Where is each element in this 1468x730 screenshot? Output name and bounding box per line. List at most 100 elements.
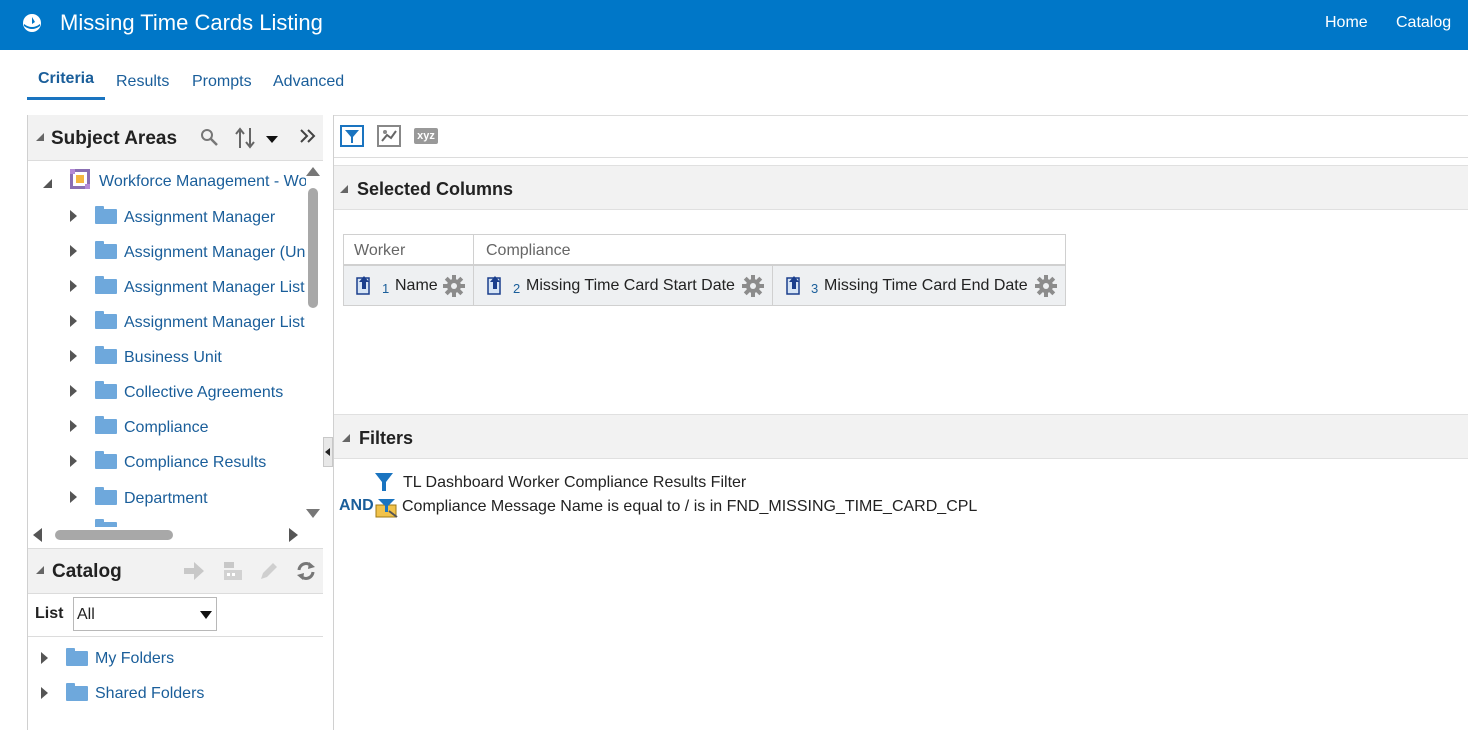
nav-catalog-link[interactable]: Catalog <box>1396 14 1451 32</box>
folder-icon <box>95 451 117 469</box>
column-number: 3 <box>811 281 819 296</box>
tree-item[interactable]: Compliance <box>28 412 306 442</box>
catalog-list-select[interactable]: All <box>73 597 217 631</box>
catalog-header: Catalog <box>28 548 323 594</box>
properties-icon[interactable] <box>222 560 244 582</box>
tree-item-label: Compliance Results <box>124 454 267 471</box>
oracle-logo-icon <box>23 14 41 32</box>
column-name[interactable]: 1 Name <box>343 265 474 306</box>
catalog-divider <box>28 636 323 637</box>
catalog-item-label: My Folders <box>95 650 175 667</box>
column-drag-icon[interactable] <box>356 275 372 295</box>
toolbar-top-border <box>334 115 1468 116</box>
expand-arrow-icon[interactable] <box>70 245 77 257</box>
scroll-right-arrow-icon[interactable] <box>289 528 298 542</box>
tree-item[interactable]: Assignment Manager (Unsecured) <box>28 237 306 267</box>
tree-item-label: Assignment Manager <box>124 209 276 226</box>
scroll-down-arrow-icon[interactable] <box>306 509 320 518</box>
tab-advanced[interactable]: Advanced <box>273 73 344 91</box>
collapse-triangle-icon[interactable] <box>340 185 348 193</box>
tree-root-subject-area[interactable]: Workforce Management - Worker Time Compl… <box>28 166 306 196</box>
saved-filter-funnel-icon <box>375 473 393 491</box>
subject-areas-tree: Workforce Management - Worker Time Compl… <box>28 161 306 527</box>
filter-operator-and[interactable]: AND <box>339 497 374 515</box>
tree-horizontal-scrollbar[interactable] <box>33 527 298 543</box>
collapse-triangle-icon[interactable] <box>36 566 44 574</box>
tree-item[interactable]: Collective Agreements <box>28 377 306 407</box>
column-missing-time-card-start-date[interactable]: 2 Missing Time Card Start Date <box>473 265 773 306</box>
collapse-triangle-icon[interactable] <box>342 434 350 442</box>
expand-arrow-icon[interactable] <box>41 652 48 664</box>
folder-icon <box>95 346 117 364</box>
nav-home-link[interactable]: Home <box>1325 14 1368 32</box>
expanded-triangle-icon[interactable] <box>43 179 52 188</box>
expand-arrow-icon[interactable] <box>70 491 77 503</box>
tab-results[interactable]: Results <box>116 73 169 91</box>
column-drag-icon[interactable] <box>487 275 503 295</box>
refresh-icon[interactable] <box>294 559 318 583</box>
column-group-label: Compliance <box>486 242 571 259</box>
double-chevron-right-icon[interactable] <box>299 127 317 145</box>
tree-item[interactable]: Assignment Manager List (Unsecured) <box>28 307 306 337</box>
tree-item[interactable]: Assignment Manager <box>28 202 306 232</box>
search-icon[interactable] <box>199 127 219 147</box>
column-group-compliance: Compliance <box>473 234 1066 265</box>
expand-arrow-icon[interactable] <box>70 315 77 327</box>
folder-icon <box>95 276 117 294</box>
column-label: Name <box>395 277 438 294</box>
tree-item[interactable]: Business Unit <box>28 342 306 372</box>
folder-icon <box>66 683 88 701</box>
scroll-left-arrow-icon[interactable] <box>33 528 42 542</box>
gear-icon[interactable] <box>742 275 764 297</box>
tab-criteria[interactable]: Criteria <box>38 70 94 88</box>
collapse-triangle-icon[interactable] <box>36 133 44 141</box>
saved-filter-name[interactable]: TL Dashboard Worker Compliance Results F… <box>403 474 746 492</box>
column-group-worker: Worker <box>343 234 474 265</box>
toolbar-bottom-border <box>334 157 1468 158</box>
tree-item-label: Assignment Manager List (Unsecured) <box>124 314 306 331</box>
tree-item-label: Collective Agreements <box>124 384 284 401</box>
catalog-item-shared-folders[interactable]: Shared Folders <box>28 679 323 709</box>
dropdown-arrow-icon[interactable] <box>200 611 212 619</box>
column-label: Missing Time Card Start Date <box>526 277 735 294</box>
expand-arrow-icon[interactable] <box>70 420 77 432</box>
scroll-up-arrow-icon[interactable] <box>306 167 320 176</box>
expand-arrow-icon[interactable] <box>70 455 77 467</box>
expand-arrow-icon[interactable] <box>70 385 77 397</box>
tree-vertical-scrollbar[interactable] <box>306 163 320 518</box>
sql-xyz-icon[interactable]: xyz <box>414 128 438 144</box>
filter-toolbar-icon[interactable] <box>340 125 364 147</box>
horizontal-scroll-thumb[interactable] <box>55 530 173 540</box>
list-label: List <box>35 605 64 622</box>
gear-icon[interactable] <box>1035 275 1057 297</box>
sort-icon[interactable] <box>234 126 280 150</box>
filter-condition-text[interactable]: Compliance Message Name is equal to / is… <box>402 498 977 516</box>
tree-item[interactable]: Department <box>28 483 306 513</box>
tab-prompts[interactable]: Prompts <box>192 73 252 91</box>
hide-columns-icon[interactable] <box>377 125 401 147</box>
expand-arrow-icon[interactable] <box>41 687 48 699</box>
tree-item[interactable]: Compliance Results <box>28 447 306 477</box>
folder-icon <box>95 241 117 259</box>
folder-icon <box>95 416 117 434</box>
page-title: Missing Time Cards Listing <box>60 10 323 35</box>
folder-icon <box>95 487 117 505</box>
expand-arrow-icon[interactable] <box>70 280 77 292</box>
app-header: Missing Time Cards Listing Home Catalog <box>0 0 1468 50</box>
tree-item[interactable]: Assignment Manager List <box>28 272 306 302</box>
column-number: 2 <box>513 281 521 296</box>
expand-arrow-icon[interactable] <box>70 350 77 362</box>
tree-item-label: Business Unit <box>124 349 222 366</box>
expand-arrow-icon[interactable] <box>70 210 77 222</box>
vertical-scroll-thumb[interactable] <box>308 188 318 308</box>
column-drag-icon[interactable] <box>786 275 802 295</box>
arrow-right-icon[interactable] <box>182 560 206 582</box>
tree-item-label: Compliance <box>124 419 209 436</box>
selected-columns-title: Selected Columns <box>357 179 514 199</box>
catalog-item-my-folders[interactable]: My Folders <box>28 644 323 674</box>
tree-item-label: Assignment Manager List <box>124 279 305 296</box>
column-missing-time-card-end-date[interactable]: 3 Missing Time Card End Date <box>772 265 1066 306</box>
gear-icon[interactable] <box>443 275 465 297</box>
collapse-panel-handle[interactable] <box>323 437 333 467</box>
edit-pencil-icon[interactable] <box>258 560 280 582</box>
